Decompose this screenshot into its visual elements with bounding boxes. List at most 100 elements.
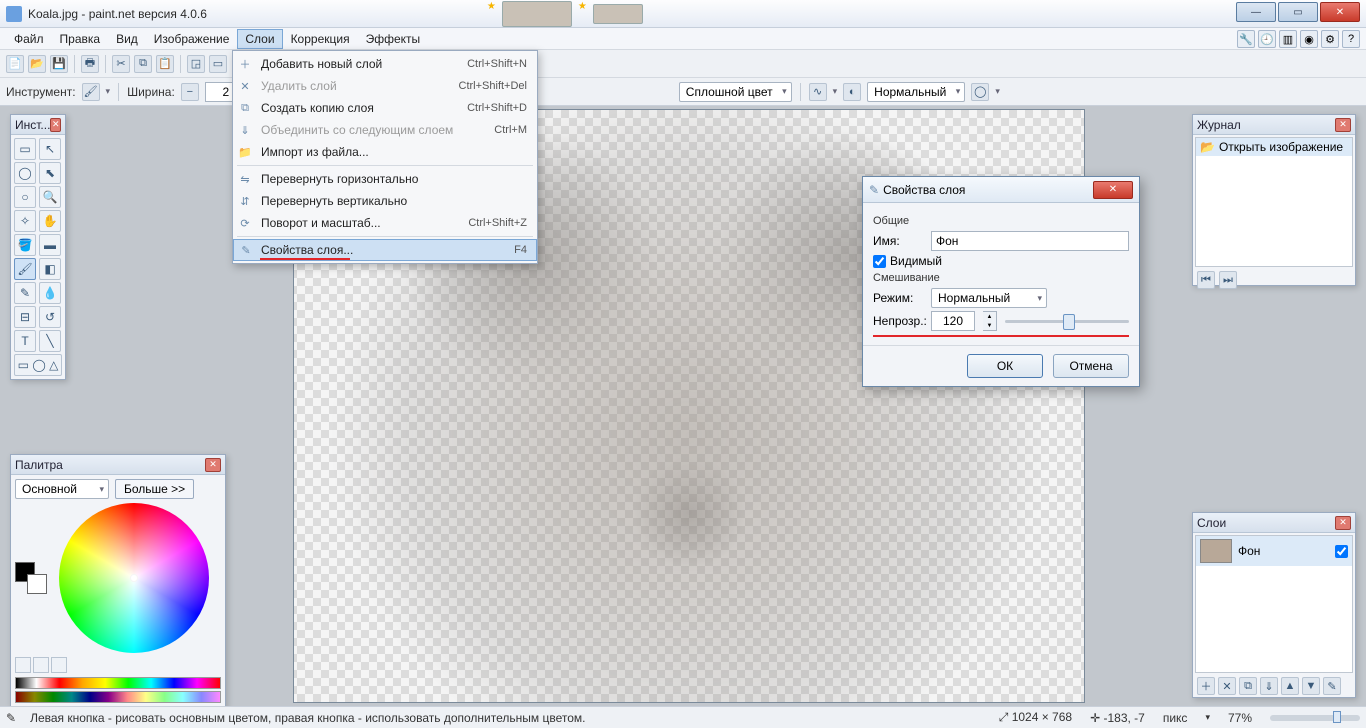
fill-style-combo[interactable]: Сплошной цвет (679, 82, 792, 102)
fill-tool[interactable]: 🪣 (14, 234, 36, 256)
clone-tool[interactable]: ⊟ (14, 306, 36, 328)
visible-checkbox[interactable] (873, 255, 886, 268)
delete-layer-icon[interactable]: ✕ (1218, 677, 1236, 695)
merge-layer-icon[interactable]: ⇓ (1260, 677, 1278, 695)
pencil-tool[interactable]: ✎ (14, 282, 36, 304)
rect-select-tool[interactable]: ▭ (14, 138, 36, 160)
color-strip-2[interactable] (15, 691, 221, 703)
magic-wand-tool[interactable]: ✧ (14, 210, 36, 232)
blend-mode-select[interactable]: Нормальный (931, 288, 1047, 308)
open-icon[interactable]: 📂 (28, 55, 46, 73)
duplicate-layer-icon[interactable]: ⧉ (1239, 677, 1257, 695)
blend-icon[interactable]: ◐ (843, 83, 861, 101)
cancel-button[interactable]: Отмена (1053, 354, 1129, 378)
overwrite-icon[interactable]: ◯ (971, 83, 989, 101)
color-slot-combo[interactable]: Основной (15, 479, 109, 499)
move-down-icon[interactable]: ▼ (1302, 677, 1320, 695)
maximize-button[interactable]: ▭ (1278, 2, 1318, 22)
paste-icon[interactable]: 📋 (156, 55, 174, 73)
tools-toggle-icon[interactable]: 🔧 (1237, 30, 1255, 48)
pan-tool[interactable]: ✋ (39, 210, 61, 232)
dd-add-layer[interactable]: ＋Добавить новый слойCtrl+Shift+N (233, 53, 537, 75)
close-button[interactable]: ✕ (1320, 2, 1360, 22)
copy-icon[interactable]: ⧉ (134, 55, 152, 73)
new-icon[interactable]: 📄 (6, 55, 24, 73)
menu-effects[interactable]: Эффекты (358, 29, 429, 49)
menu-adjust[interactable]: Коррекция (283, 29, 358, 49)
layer-visible-checkbox[interactable] (1335, 545, 1348, 558)
reset-colors-icon[interactable] (33, 657, 49, 673)
menu-layers[interactable]: Слои (237, 29, 282, 49)
width-dec-icon[interactable]: − (181, 83, 199, 101)
layer-item[interactable]: Фон (1196, 536, 1352, 566)
more-button[interactable]: Больше >> (115, 479, 194, 499)
doc-thumb-1[interactable] (502, 1, 572, 27)
curve-icon[interactable]: ∿ (809, 83, 827, 101)
dialog-close-button[interactable]: ✕ (1093, 181, 1133, 199)
gradient-tool[interactable]: ▬ (39, 234, 61, 256)
menu-edit[interactable]: Правка (52, 29, 109, 49)
zoom-slider[interactable] (1270, 715, 1360, 721)
redo-all-icon[interactable]: ⏭ (1219, 271, 1237, 289)
add-layer-icon[interactable]: ＋ (1197, 677, 1215, 695)
undo-all-icon[interactable]: ⏮ (1197, 271, 1215, 289)
layer-props-icon[interactable]: ✎ (1323, 677, 1341, 695)
dd-duplicate-layer[interactable]: ⧉Создать копию слояCtrl+Shift+D (233, 97, 537, 119)
doc-thumb-2[interactable] (593, 4, 643, 24)
close-icon[interactable]: ✕ (50, 118, 61, 132)
cut-icon[interactable]: ✂ (112, 55, 130, 73)
pencil-icon: ✎ (869, 183, 879, 197)
move-tool[interactable]: ↖ (39, 138, 61, 160)
dd-import-file[interactable]: 📁Импорт из файла... (233, 141, 537, 163)
palette-menu-icon[interactable] (51, 657, 67, 673)
paintbrush-tool[interactable]: 🖌 (14, 258, 36, 280)
swap-colors-icon[interactable] (15, 657, 31, 673)
close-icon[interactable]: ✕ (1335, 118, 1351, 132)
opacity-slider[interactable] (1005, 312, 1129, 330)
colors-toggle-icon[interactable]: ◉ (1300, 30, 1318, 48)
print-icon[interactable]: 🖶 (81, 55, 99, 73)
ok-button[interactable]: ОК (967, 354, 1043, 378)
opacity-spinner[interactable]: ▲▼ (983, 311, 997, 331)
star-icon: ★ (487, 1, 496, 27)
visible-label: Видимый (890, 254, 942, 268)
recolor-tool[interactable]: ↺ (39, 306, 61, 328)
color-strip-1[interactable] (15, 677, 221, 689)
settings-icon[interactable]: ⚙ (1321, 30, 1339, 48)
color-wheel[interactable] (59, 503, 209, 653)
brush-tool-icon[interactable]: 🖌 (82, 83, 100, 101)
history-item[interactable]: 📂Открыть изображение (1196, 138, 1352, 156)
shapes-tool[interactable]: ▭ ◯ △ (14, 354, 62, 376)
color-swatches[interactable] (15, 562, 47, 594)
close-icon[interactable]: ✕ (205, 458, 221, 472)
opacity-input[interactable] (931, 311, 975, 331)
dd-flip-v[interactable]: ⇵Перевернуть вертикально (233, 190, 537, 212)
close-icon[interactable]: ✕ (1335, 516, 1351, 530)
blend-mode-combo[interactable]: Нормальный (867, 82, 965, 102)
menu-view[interactable]: Вид (108, 29, 146, 49)
plus-icon: ＋ (237, 56, 253, 72)
move-up-icon[interactable]: ▲ (1281, 677, 1299, 695)
lasso-tool[interactable]: ◯ (14, 162, 36, 184)
units-label[interactable]: пикс (1163, 711, 1188, 725)
help-icon[interactable]: ? (1342, 30, 1360, 48)
menu-file[interactable]: Файл (6, 29, 52, 49)
annotation-underline (873, 335, 1129, 337)
layers-toggle-icon[interactable]: ▥ (1279, 30, 1297, 48)
minimize-button[interactable]: — (1236, 2, 1276, 22)
dd-rotate-zoom[interactable]: ⟳Поворот и масштаб...Ctrl+Shift+Z (233, 212, 537, 234)
crop-icon[interactable]: ◲ (187, 55, 205, 73)
eraser-tool[interactable]: ◧ (39, 258, 61, 280)
menu-image[interactable]: Изображение (146, 29, 238, 49)
save-icon[interactable]: 💾 (50, 55, 68, 73)
zoom-tool[interactable]: 🔍 (39, 186, 61, 208)
color-picker-tool[interactable]: 💧 (39, 282, 61, 304)
ellipse-select-tool[interactable]: ○ (14, 186, 36, 208)
history-toggle-icon[interactable]: 🕘 (1258, 30, 1276, 48)
dd-flip-h[interactable]: ⇋Перевернуть горизонтально (233, 168, 537, 190)
text-tool[interactable]: T (14, 330, 36, 352)
line-tool[interactable]: ╲ (39, 330, 61, 352)
move-selection-tool[interactable]: ⬉ (39, 162, 61, 184)
layer-name-input[interactable] (931, 231, 1129, 251)
deselect-icon[interactable]: ▭ (209, 55, 227, 73)
